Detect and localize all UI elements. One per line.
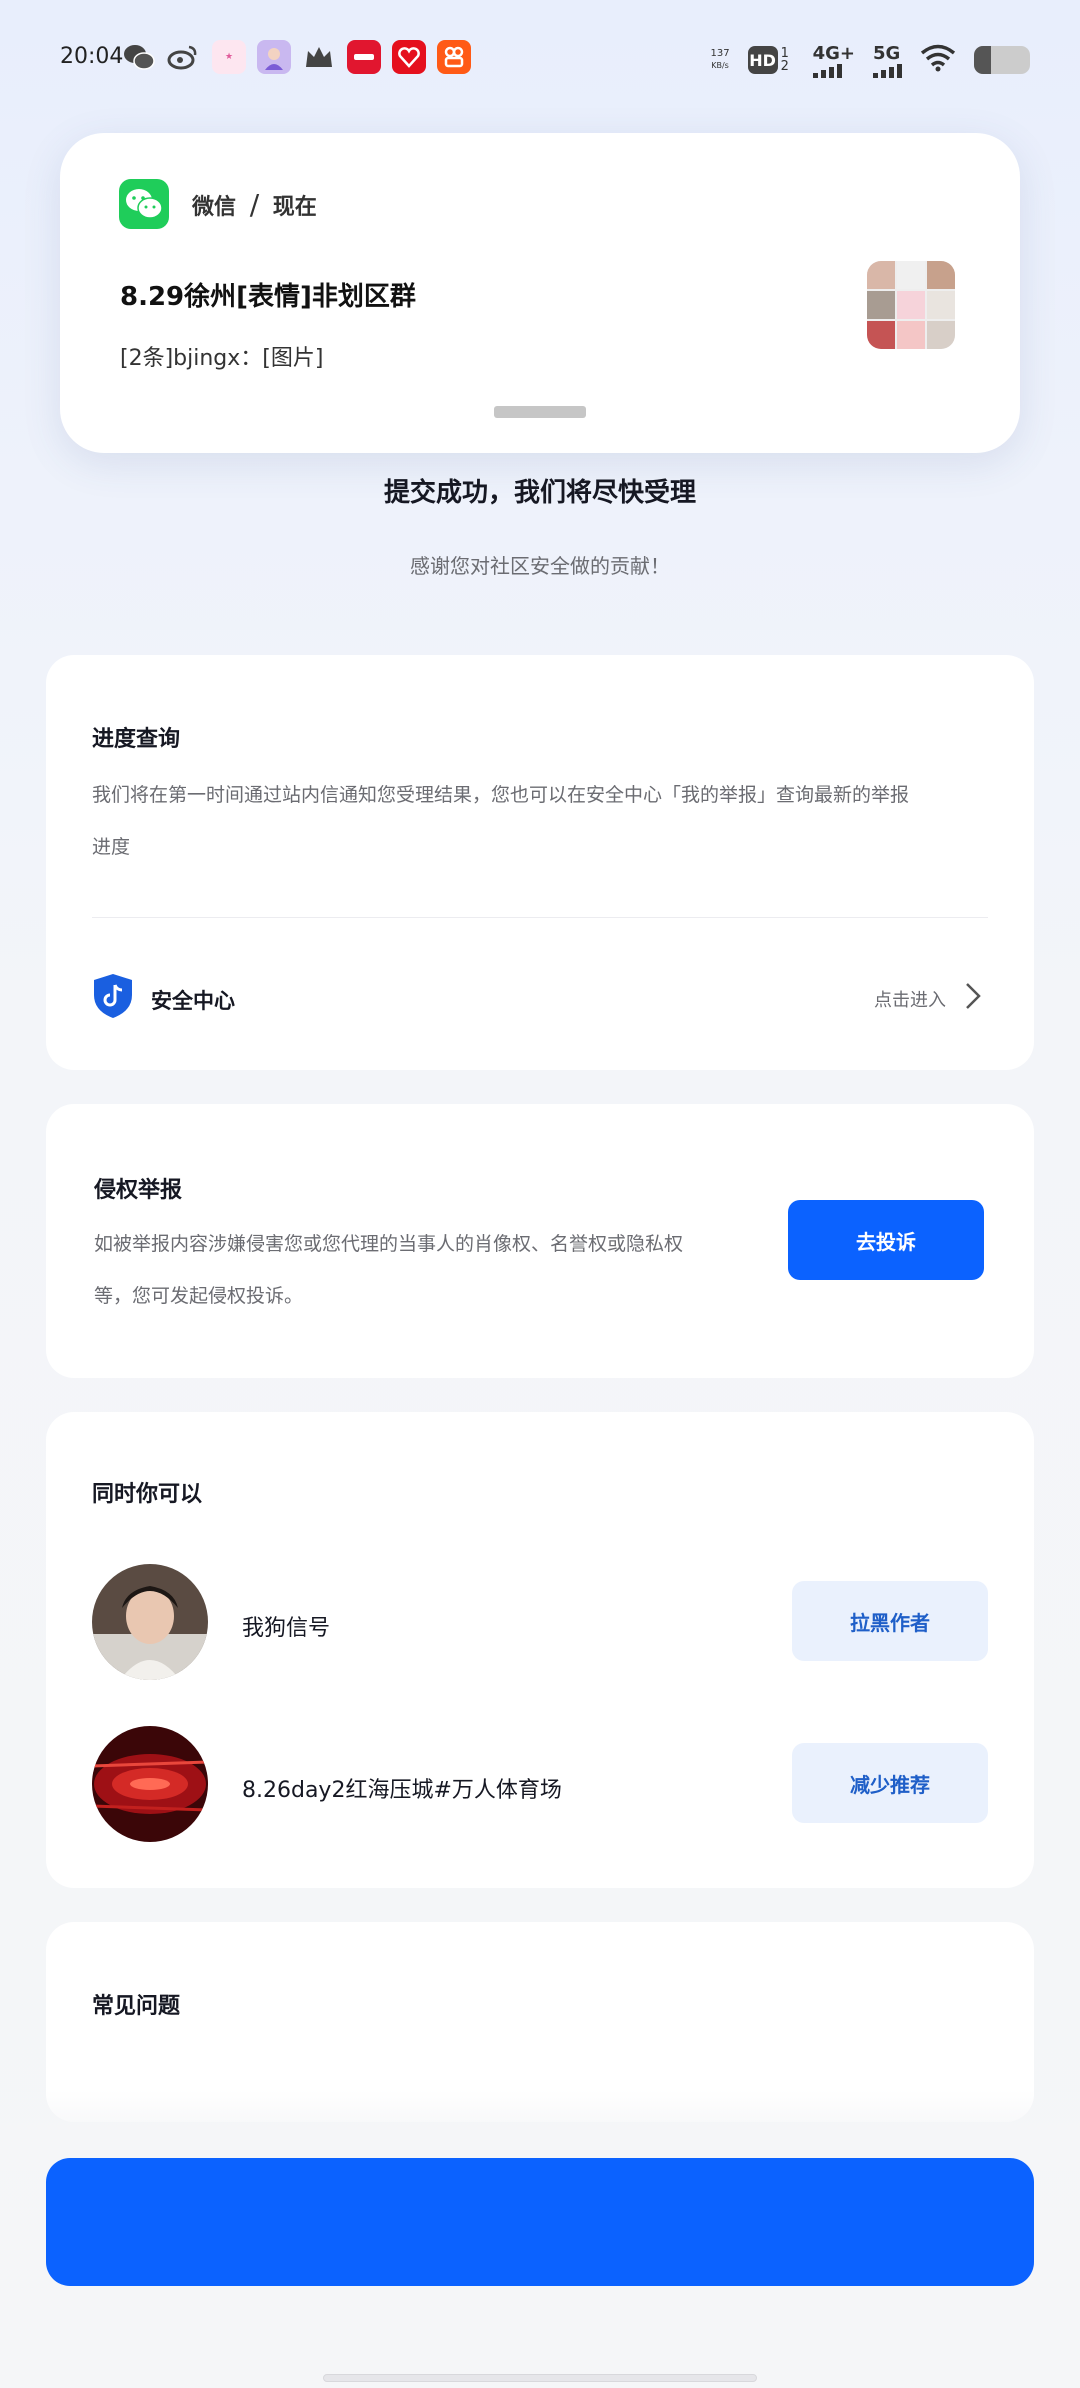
video-title: 8.26day2红海压城#万人体育场 — [242, 1778, 562, 1803]
complaint-button[interactable]: 去投诉 — [788, 1200, 984, 1280]
status-right: 137 KB/s HD 1 2 4G+ 5G — [711, 40, 1030, 80]
notification-time: 现在 — [272, 195, 317, 220]
also-title: 同时你可以 — [92, 1482, 203, 1507]
infringement-text-line1: 如被举报内容涉嫌侵害您或您代理的当事人的肖像权、名誉权或隐私权 — [94, 1233, 684, 1255]
success-title: 提交成功，我们将尽快受理 — [383, 478, 696, 508]
wifi-icon — [920, 44, 956, 76]
hd-sub: 1 2 — [780, 46, 789, 74]
security-center-label: 安全中心 — [151, 989, 235, 1013]
hd-badge: HD — [747, 46, 778, 74]
block-author-button[interactable]: 拉黑作者 — [792, 1581, 988, 1661]
faq-title: 常见问题 — [92, 1994, 181, 2019]
infringement-card: 侵权举报 如被举报内容涉嫌侵害您或您代理的当事人的肖像权、名誉权或隐私权 等，您… — [46, 1104, 1034, 1378]
crown-icon — [302, 40, 336, 74]
notification-separator: / — [249, 188, 260, 221]
wechat-app-icon — [119, 179, 169, 229]
app-icon-pink: ★ — [212, 40, 246, 74]
battery-level — [974, 46, 991, 74]
wechat-icon — [122, 40, 156, 74]
net-5g-label: 5G — [873, 42, 901, 64]
notification-header: 微信 / 现在 — [192, 188, 317, 221]
progress-title: 进度查询 — [92, 727, 181, 752]
avatar-app-icon — [257, 40, 291, 74]
signal-bars-icon — [873, 63, 902, 78]
infringement-description: 如被举报内容涉嫌侵害您或您代理的当事人的肖像权、名誉权或隐私权 等，您可发起侵权… — [94, 1218, 754, 1322]
speed-unit: KB/s — [711, 61, 729, 70]
taobao-icon — [347, 40, 381, 74]
divider — [92, 917, 988, 918]
author-avatar[interactable] — [92, 1564, 208, 1680]
infringement-title: 侵权举报 — [94, 1178, 183, 1203]
shield-icon — [94, 974, 132, 1018]
notification-body: [2条]bjingx：[图片] — [120, 346, 324, 371]
signal-4g: 4G+ — [812, 42, 855, 78]
signal-bars-icon — [812, 63, 842, 78]
status-time: 20:04 — [60, 44, 124, 69]
net-4g-label: 4G+ — [812, 42, 855, 64]
notification-title: 8.29徐州[表情]非划区群 — [120, 282, 416, 312]
redbook-icon — [392, 40, 426, 74]
chevron-right-icon — [966, 983, 981, 1009]
progress-card: 进度查询 我们将在第一时间通过站内信通知您受理结果，您也可以在安全中心「我的举报… — [46, 655, 1034, 1070]
home-indicator[interactable] — [323, 2374, 757, 2382]
enter-link[interactable]: 点击进入 — [874, 986, 946, 1012]
notification-drag-handle[interactable] — [494, 406, 586, 418]
kuaishou-icon — [437, 40, 471, 74]
reduce-recommend-button[interactable]: 减少推荐 — [792, 1743, 988, 1823]
speed-value: 137 — [710, 48, 730, 59]
infringement-text-line2: 等，您可发起侵权投诉。 — [94, 1285, 304, 1307]
notification-app-name: 微信 — [192, 195, 237, 220]
signal-5g: 5G — [873, 43, 902, 78]
battery-icon — [974, 46, 1030, 74]
network-speed: 137 KB/s — [711, 48, 730, 72]
video-thumbnail[interactable] — [92, 1726, 208, 1842]
also-card: 同时你可以 我狗信号 拉黑作者 8.26day2红海压城#万人体育场 减少推荐 — [46, 1412, 1034, 1888]
notification-banner[interactable]: 微信 / 现在 8.29徐州[表情]非划区群 [2条]bjingx：[图片] — [60, 133, 1020, 453]
author-name: 我狗信号 — [242, 1616, 331, 1641]
progress-description: 我们将在第一时间通过站内信通知您受理结果，您也可以在安全中心「我的举报」查询最新… — [92, 769, 1012, 873]
bottom-action-button[interactable] — [46, 2158, 1034, 2286]
progress-text-line1: 我们将在第一时间通过站内信通知您受理结果，您也可以在安全中心「我的举报」查询最新… — [92, 784, 910, 806]
hd-indicator: HD 1 2 — [747, 46, 795, 74]
success-subtitle: 感谢您对社区安全做的贡献！ — [410, 554, 670, 578]
progress-text-line2: 进度 — [92, 836, 131, 858]
weibo-icon — [166, 40, 200, 74]
group-avatar-thumbnail — [867, 261, 955, 349]
status-bar: 20:04 ★ 137 KB/s HD 1 2 4G+ 5G — [0, 0, 1080, 120]
